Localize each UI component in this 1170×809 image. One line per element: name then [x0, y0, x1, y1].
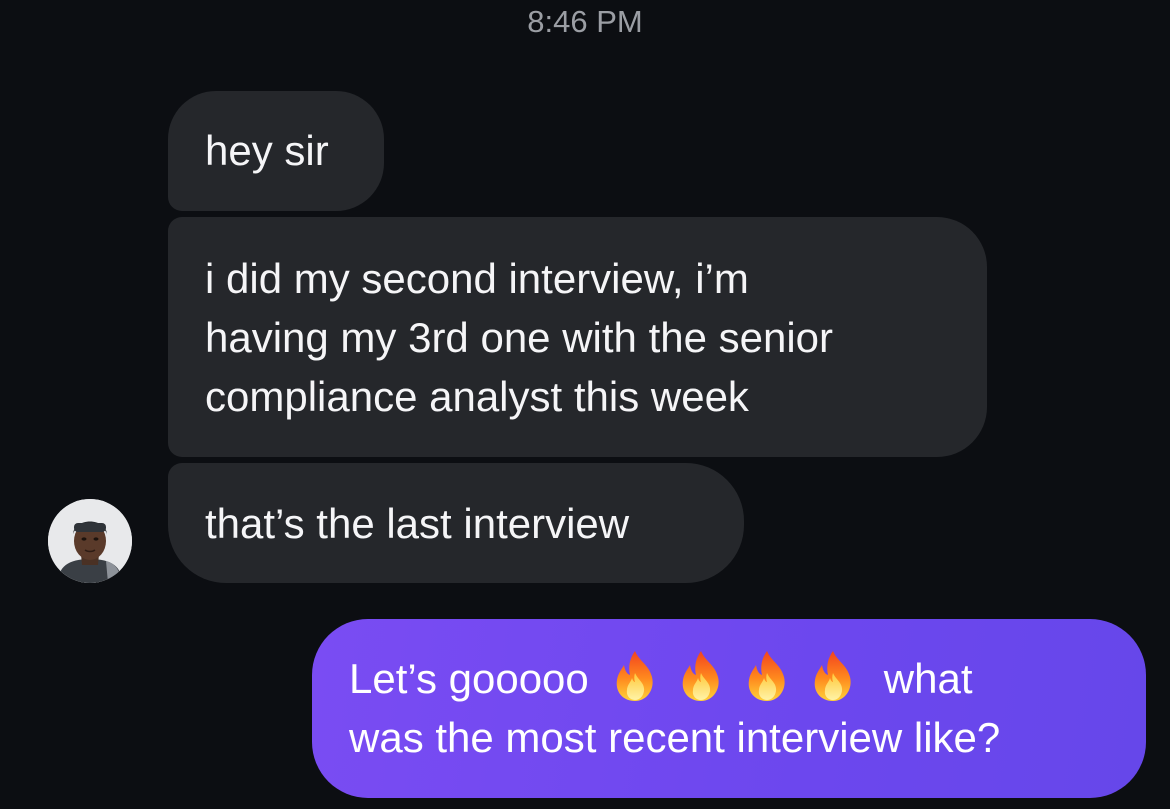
message-text-line: hey sir	[205, 127, 329, 174]
fire-emoji-icon	[609, 649, 661, 703]
message-text-line: that’s the last interview	[205, 500, 630, 547]
message-text-line: compliance analyst this week	[205, 373, 749, 420]
fire-emoji-icon	[807, 649, 859, 703]
message-text: what	[883, 655, 973, 702]
fire-emoji-icon	[675, 649, 727, 703]
message-timestamp: 8:46 PM	[527, 4, 643, 39]
contact-avatar[interactable]	[48, 499, 132, 583]
incoming-message-bubble[interactable]: i did my second interview, i’m having my…	[168, 217, 987, 457]
message-text: Let’s gooooo	[349, 655, 589, 702]
message-text-line: Let’s gooooo what	[349, 649, 1146, 708]
contact-avatar-photo	[48, 499, 132, 583]
message-text-line: was the most recent interview like?	[349, 714, 1001, 761]
fire-emoji-icon	[741, 649, 793, 703]
incoming-message-bubble[interactable]: that’s the last interview	[168, 463, 744, 583]
outgoing-message-bubble[interactable]: Let’s gooooo what was the most recent int…	[312, 619, 1146, 798]
message-text-line: i did my second interview, i’m	[205, 255, 749, 302]
message-text-line: having my 3rd one with the senior	[205, 314, 834, 361]
incoming-message-bubble[interactable]: hey sir	[168, 91, 384, 211]
